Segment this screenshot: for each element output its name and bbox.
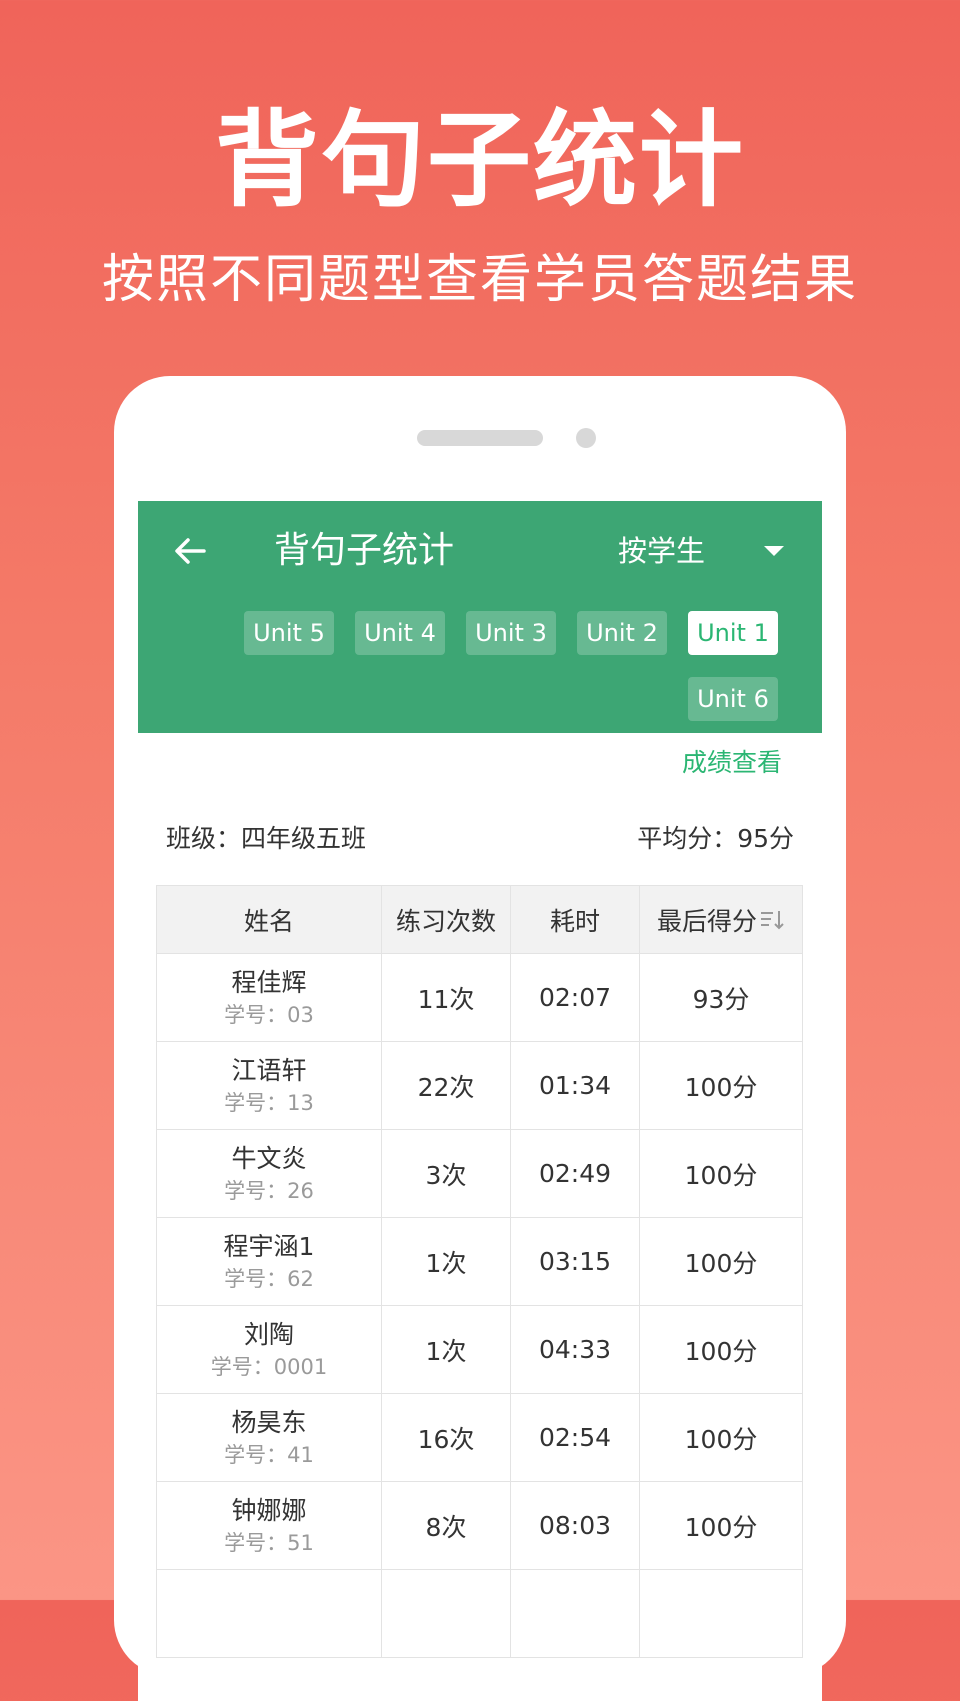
app-bar: 背句子统计 按学生 Unit 5 Unit 4 Unit 3 Unit 2 Un… — [138, 501, 822, 733]
last-score: 100分 — [640, 1394, 803, 1482]
table-row[interactable]: 江语轩 学号：13 22次 01:34 100分 — [157, 1042, 803, 1130]
table-row[interactable]: 牛文炎 学号：26 3次 02:49 100分 — [157, 1130, 803, 1218]
header-score[interactable]: 最后得分 — [640, 886, 803, 954]
student-cell: 程佳辉 学号：03 — [157, 954, 382, 1042]
time-spent: 08:03 — [511, 1482, 640, 1570]
student-name: 江语轩 — [231, 1055, 307, 1085]
student-cell: 钟娜娜 学号：51 — [157, 1482, 382, 1570]
practice-count: 1次 — [382, 1306, 511, 1394]
student-cell: 江语轩 学号：13 — [157, 1042, 382, 1130]
last-score: 100分 — [640, 1130, 803, 1218]
last-score: 100分 — [640, 1218, 803, 1306]
phone-speaker — [417, 430, 543, 446]
student-id: 学号：03 — [224, 1002, 314, 1027]
score-view-link[interactable]: 成绩查看 — [682, 745, 782, 781]
student-cell: 刘陶 学号：0001 — [157, 1306, 382, 1394]
promo-subtitle: 按照不同题型查看学员答题结果 — [101, 250, 858, 310]
student-id: 学号：62 — [224, 1266, 314, 1291]
phone-camera — [576, 428, 596, 448]
class-info: 班级：四年级五班 — [166, 824, 367, 853]
triangle-down-icon — [764, 546, 784, 556]
student-name: 程宇涵1 — [223, 1231, 315, 1261]
student-cell: 杨昊东 学号：41 — [157, 1394, 382, 1482]
empty-cell — [157, 1570, 382, 1658]
last-score: 100分 — [640, 1482, 803, 1570]
sort-icon[interactable] — [759, 908, 785, 932]
tab-unit-3[interactable]: Unit 3 — [466, 611, 556, 655]
promo-title: 背句子统计 — [214, 99, 745, 221]
student-name: 刘陶 — [243, 1319, 294, 1349]
mode-dropdown[interactable]: 按学生 — [618, 525, 808, 577]
tab-unit-2[interactable]: Unit 2 — [577, 611, 667, 655]
practice-count: 1次 — [382, 1218, 511, 1306]
app-bar-title: 背句子统计 — [274, 530, 455, 571]
student-table: 姓名 练习次数 耗时 最后得分 程佳辉 学号：03 11次 02:07 93分 … — [156, 885, 803, 1658]
table-row[interactable]: 程宇涵1 学号：62 1次 03:15 100分 — [157, 1218, 803, 1306]
time-spent: 03:15 — [511, 1218, 640, 1306]
header-name: 姓名 — [157, 886, 382, 954]
tab-unit-1[interactable]: Unit 1 — [688, 611, 778, 655]
phone-frame: 背句子统计 按学生 Unit 5 Unit 4 Unit 3 Unit 2 Un… — [114, 376, 846, 1701]
arrow-left-icon[interactable] — [170, 531, 210, 571]
practice-count: 22次 — [382, 1042, 511, 1130]
practice-count: 16次 — [382, 1394, 511, 1482]
header-time: 耗时 — [511, 886, 640, 954]
sort-score-control[interactable]: 最后得分 — [657, 902, 785, 938]
table-row-partial — [157, 1570, 803, 1658]
student-id: 学号：26 — [224, 1178, 314, 1203]
mode-dropdown-label: 按学生 — [618, 534, 706, 568]
average-score: 平均分：95分 — [637, 824, 794, 853]
student-cell: 程宇涵1 学号：62 — [157, 1218, 382, 1306]
header-count: 练习次数 — [382, 886, 511, 954]
student-name: 钟娜娜 — [231, 1495, 307, 1525]
tab-unit-5[interactable]: Unit 5 — [244, 611, 334, 655]
student-name: 程佳辉 — [231, 967, 307, 997]
tab-unit-4[interactable]: Unit 4 — [355, 611, 445, 655]
table-row[interactable]: 刘陶 学号：0001 1次 04:33 100分 — [157, 1306, 803, 1394]
student-id: 学号：51 — [224, 1530, 314, 1555]
student-name: 杨昊东 — [231, 1407, 307, 1437]
student-id: 学号：13 — [224, 1090, 314, 1115]
table-row[interactable]: 钟娜娜 学号：51 8次 08:03 100分 — [157, 1482, 803, 1570]
student-name: 牛文炎 — [231, 1143, 307, 1173]
app-screen: 背句子统计 按学生 Unit 5 Unit 4 Unit 3 Unit 2 Un… — [138, 501, 822, 1701]
time-spent: 01:34 — [511, 1042, 640, 1130]
practice-count: 8次 — [382, 1482, 511, 1570]
table-header-row: 姓名 练习次数 耗时 最后得分 — [157, 886, 803, 954]
header-score-label: 最后得分 — [656, 906, 757, 936]
practice-count: 11次 — [382, 954, 511, 1042]
empty-cell — [382, 1570, 511, 1658]
last-score: 100分 — [640, 1042, 803, 1130]
student-id: 学号：41 — [224, 1442, 314, 1467]
last-score: 100分 — [640, 1306, 803, 1394]
table-row[interactable]: 程佳辉 学号：03 11次 02:07 93分 — [157, 954, 803, 1042]
time-spent: 04:33 — [511, 1306, 640, 1394]
time-spent: 02:54 — [511, 1394, 640, 1482]
time-spent: 02:49 — [511, 1130, 640, 1218]
practice-count: 3次 — [382, 1130, 511, 1218]
empty-cell — [511, 1570, 640, 1658]
table-row[interactable]: 杨昊东 学号：41 16次 02:54 100分 — [157, 1394, 803, 1482]
last-score: 93分 — [640, 954, 803, 1042]
student-cell: 牛文炎 学号：26 — [157, 1130, 382, 1218]
tab-unit-6[interactable]: Unit 6 — [688, 677, 778, 721]
empty-cell — [640, 1570, 803, 1658]
student-id: 学号：0001 — [210, 1354, 328, 1379]
time-spent: 02:07 — [511, 954, 640, 1042]
